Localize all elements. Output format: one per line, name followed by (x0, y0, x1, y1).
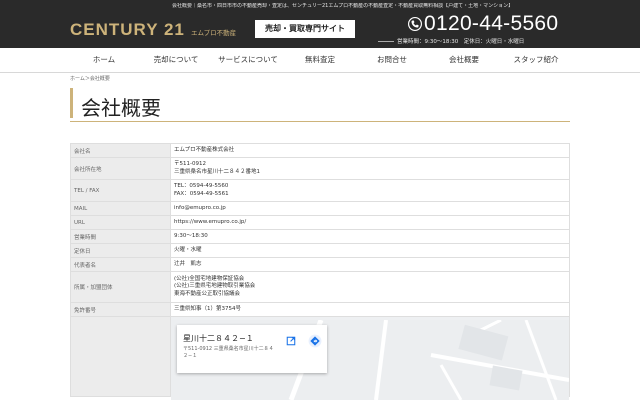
table-row: TEL / FAX TEL：0594-49-5560 FAX：0594-49-5… (70, 179, 570, 202)
nav-selling[interactable]: 売却について (140, 48, 212, 72)
map-place-address: 〒511-0912 三重県桑名市星川十二８４２−１ (183, 346, 274, 359)
tel-fax-cell: TEL：0594-49-5560 FAX：0594-49-5561 (170, 179, 570, 202)
nav-staff[interactable]: スタッフ紹介 (500, 48, 572, 72)
nav-divider (0, 72, 640, 73)
title-accent-bar (70, 88, 73, 118)
site-header: 会社概要｜桑名市・四日市市の不動産売却・査定は、センチュリー21エムプロ不動産の… (0, 0, 640, 48)
main-nav: ホーム 売却について サービスについて 無料査定 お問合せ 会社概要 スタッフ紹… (68, 48, 572, 72)
postal-code: 〒511-0912 (174, 161, 206, 167)
breadcrumb[interactable]: ホーム＞会社概要 (70, 75, 110, 82)
table-row: 営業時間 9:30〜18:30 (70, 229, 570, 244)
map-info-card[interactable]: 星川十二８４２−１ 〒511-0912 三重県桑名市星川十二８４２−１ (177, 325, 327, 373)
table-row: 会社所在地 〒511-0912 三重県桑名市星川十二８４２番地1 (70, 157, 570, 180)
nav-services[interactable]: サービスについて (212, 48, 284, 72)
groups-cell: (公社)全国宅地建物保証協会 (公社)三重県宅地建物取引業協会 東海不動産公正取… (170, 271, 570, 303)
row-label-url: URL (70, 215, 171, 230)
website-url[interactable]: https://www.emupro.co.jp/ (170, 215, 570, 230)
hours-divider (378, 41, 394, 42)
row-label-holiday: 定休日 (70, 243, 171, 258)
row-label-representative: 代表者名 (70, 257, 171, 272)
tel-number[interactable]: TEL：0594-49-5560 (174, 183, 566, 191)
company-name: エムプロ不動産株式会社 (170, 143, 570, 158)
table-row: MAIL info@emupro.co.jp (70, 201, 570, 216)
business-hours: 営業時間：9:30〜18:30 定休日：火曜日・水曜日 (397, 39, 525, 45)
table-row: 所属・加盟団体 (公社)全国宅地建物保証協会 (公社)三重県宅地建物取引業協会 … (70, 271, 570, 303)
map-place-name: 星川十二８４２−１ (183, 334, 254, 343)
representative-name: 辻井 凱志 (170, 257, 570, 272)
row-label-company-name: 会社名 (70, 143, 171, 158)
title-underline (70, 121, 570, 122)
group-item: (公社)三重県宅地建物取引業協会 (174, 283, 256, 290)
holidays: 火曜・水曜 (170, 243, 570, 258)
directions-icon[interactable] (308, 334, 322, 348)
table-row: URL https://www.emupro.co.jp/ (70, 215, 570, 230)
phone-number[interactable]: 0120-44-5560 (424, 12, 558, 36)
street-address: 三重県桑名市星川十二８４２番地1 (174, 168, 261, 175)
header-tagline: 会社概要｜桑名市・四日市市の不動産売却・査定は、センチュリー21エムプロ不動産の… (172, 3, 514, 9)
sell-buy-site-button[interactable]: 売却・買取専門サイト (255, 20, 355, 38)
license-number: 三重県知事（1）第3754号 (170, 302, 570, 317)
company-address-cell: 〒511-0912 三重県桑名市星川十二８４２番地1 (170, 157, 570, 180)
nav-home[interactable]: ホーム (68, 48, 140, 72)
row-label-map (70, 316, 171, 397)
row-label-hours: 営業時間 (70, 229, 171, 244)
logo-subtitle: エムプロ不動産 (191, 29, 237, 37)
nav-contact[interactable]: お問合せ (356, 48, 428, 72)
open-in-new-icon[interactable] (286, 336, 296, 346)
row-label-license: 免許番号 (70, 302, 171, 317)
table-row: 定休日 火曜・水曜 (70, 243, 570, 258)
nav-company[interactable]: 会社概要 (428, 48, 500, 72)
group-item: 東海不動産公正取引協議会 (174, 290, 241, 297)
email-address[interactable]: info@emupro.co.jp (170, 201, 570, 216)
table-row: 免許番号 三重県知事（1）第3754号 (70, 302, 570, 317)
phone-icon (408, 17, 422, 31)
row-label-address: 会社所在地 (70, 157, 171, 180)
nav-free-appraisal[interactable]: 無料査定 (284, 48, 356, 72)
page-title: 会社概要 (81, 96, 161, 120)
row-label-groups: 所属・加盟団体 (70, 271, 171, 303)
table-row: 会社名 エムプロ不動産株式会社 (70, 143, 570, 158)
embedded-map[interactable]: 星川十二８４２−１ 〒511-0912 三重県桑名市星川十二８４２−１ (171, 320, 569, 400)
office-hours: 9:30〜18:30 (170, 229, 570, 244)
row-label-tel-fax: TEL / FAX (70, 179, 171, 202)
table-row: 代表者名 辻井 凱志 (70, 257, 570, 272)
row-label-mail: MAIL (70, 201, 171, 216)
century21-logo[interactable]: CENTURY 21 (70, 20, 185, 40)
fax-number: FAX：0594-49-5561 (174, 190, 229, 197)
